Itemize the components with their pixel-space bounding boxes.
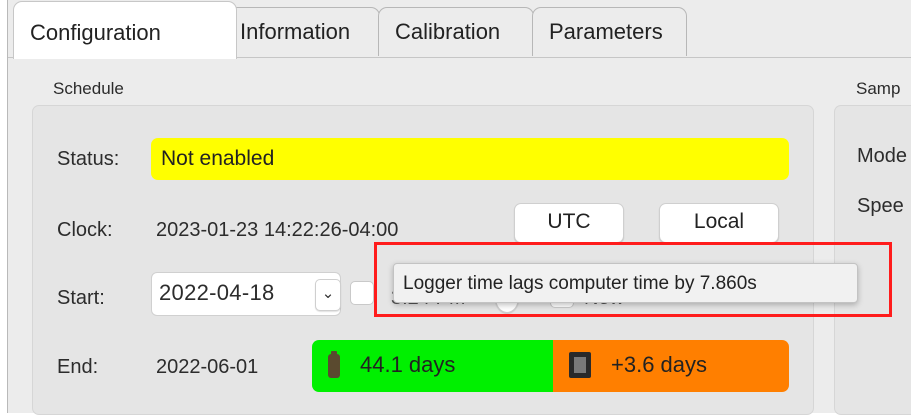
start-label: Start: <box>57 287 105 309</box>
start-date-text: 2022-04-18 <box>159 280 275 305</box>
chevron-down-icon[interactable]: ⌄ <box>315 279 341 311</box>
tab-bar: Configuration Information Calibration Pa… <box>8 0 911 59</box>
battery-icon <box>328 354 340 378</box>
highlight-box <box>374 242 892 317</box>
memory-life-bar: +3.6 days <box>553 340 789 392</box>
tab-label: Information <box>240 19 351 44</box>
status-value: Not enabled <box>151 138 789 180</box>
utc-button[interactable]: UTC <box>514 203 624 243</box>
tab-label: Calibration <box>395 19 501 44</box>
mode-label: Mode <box>857 145 908 167</box>
time-field[interactable] <box>350 281 374 305</box>
tab-parameters[interactable]: Parameters <box>532 7 687 56</box>
memory-card-icon-inner <box>574 357 586 373</box>
schedule-title: Schedule <box>53 79 124 98</box>
start-date-field[interactable]: 2022-04-18 ⌄ <box>151 272 341 316</box>
memory-days: +3.6 days <box>611 352 708 377</box>
clock-label: Clock: <box>57 219 113 241</box>
status-label: Status: <box>57 148 120 170</box>
tab-calibration[interactable]: Calibration <box>378 7 534 56</box>
battery-icon-cap <box>331 351 337 355</box>
tab-label: Configuration <box>30 20 161 45</box>
logger-window: Configuration Information Calibration Pa… <box>7 0 911 415</box>
tab-configuration[interactable]: Configuration <box>13 1 237 59</box>
tab-label: Parameters <box>549 19 663 44</box>
battery-days: 44.1 days <box>360 352 456 377</box>
end-date: 2022-06-01 <box>156 356 259 378</box>
battery-life-bar: 44.1 days <box>312 340 553 392</box>
speed-label: Spee <box>857 195 904 217</box>
clock-value: 2023-01-23 14:22:26-04:00 <box>156 219 399 241</box>
sampling-title: Samp <box>856 79 901 98</box>
local-button[interactable]: Local <box>659 203 779 243</box>
tab-information[interactable]: Information <box>223 7 380 56</box>
end-label: End: <box>57 356 99 378</box>
